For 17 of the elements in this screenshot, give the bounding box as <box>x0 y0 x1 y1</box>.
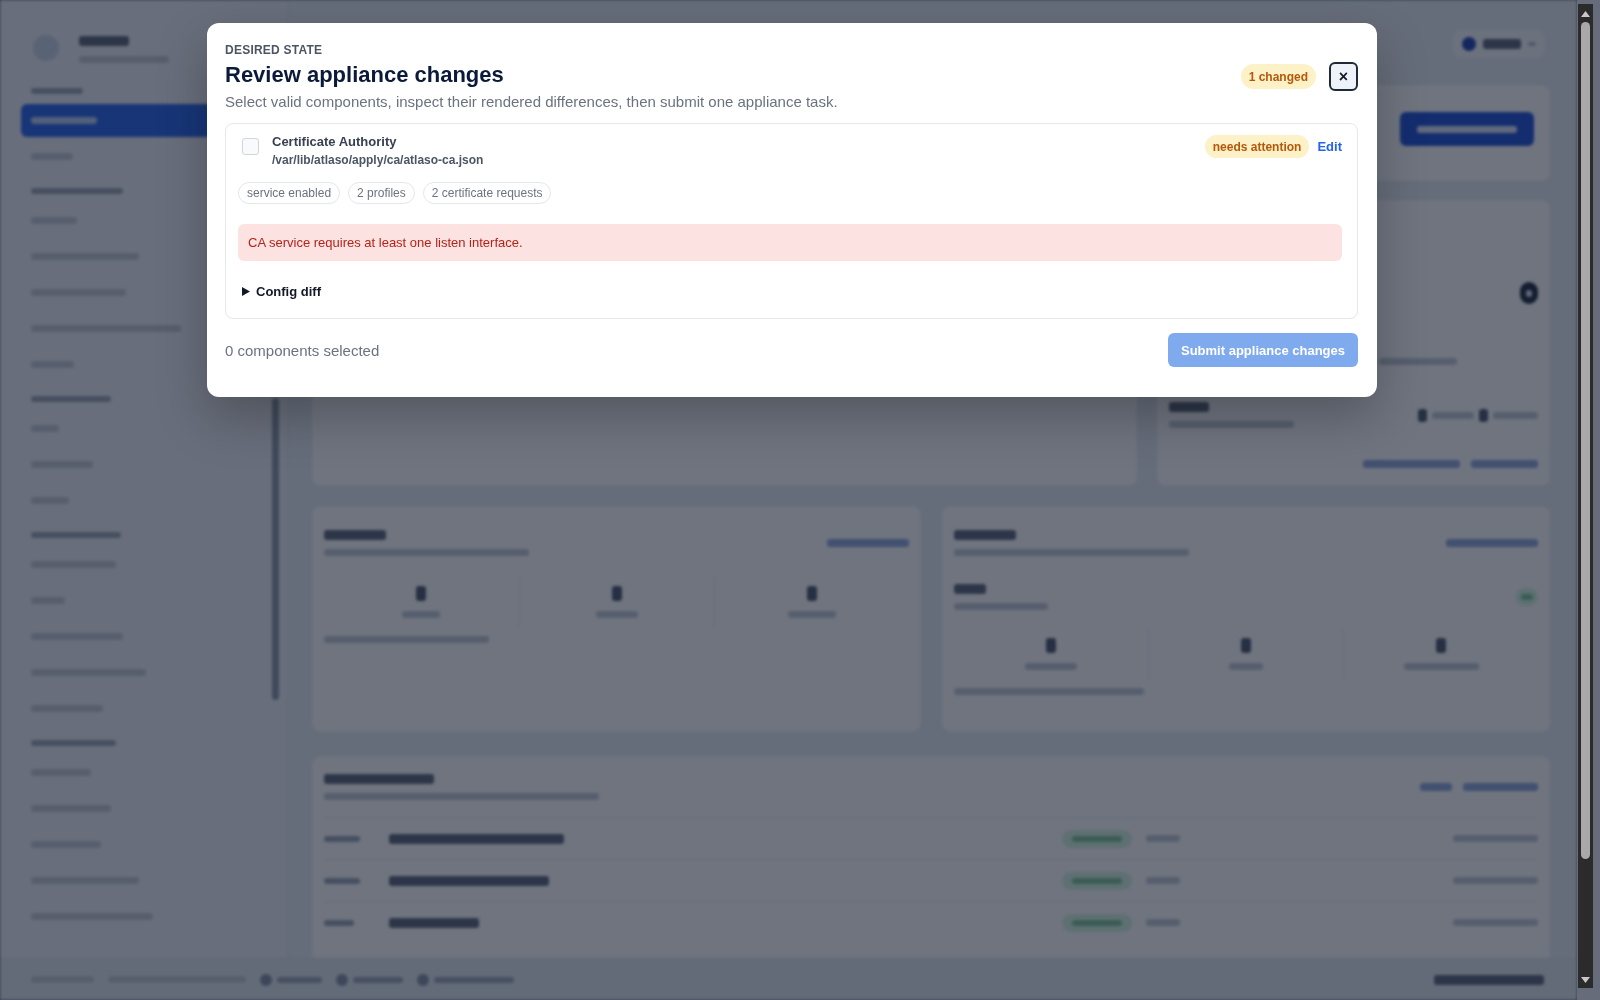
dialog-description: Select valid components, inspect their rendered differences, then submit one appliance task. <box>225 92 838 112</box>
file-path: /var/lib/atlaso/apply/ca/atlaso-ca.json <box>272 152 484 168</box>
changed-count-badge: 1 changed <box>1240 64 1316 89</box>
scroll-up-arrow-icon[interactable] <box>1581 11 1590 17</box>
close-button[interactable]: × <box>1329 62 1358 91</box>
dialog-title: Review appliance changes <box>225 61 504 89</box>
selection-summary: 0 components selected <box>225 341 380 359</box>
scrollbar-thumb[interactable] <box>1581 22 1590 859</box>
edit-link[interactable]: Edit <box>1317 135 1342 158</box>
error-alert: CA service requires at least one listen interface. <box>238 224 1342 261</box>
checkbox[interactable] <box>242 138 259 155</box>
dialog-eyebrow: DESIRED STATE <box>225 43 323 57</box>
component-name: Certificate Authority <box>272 134 397 150</box>
status-badge: needs attention <box>1204 135 1310 158</box>
scroll-down-arrow-icon[interactable] <box>1581 977 1590 983</box>
config-diff-toggle[interactable]: Config diff <box>238 282 321 300</box>
page-scrollbar[interactable] <box>1578 4 1593 988</box>
